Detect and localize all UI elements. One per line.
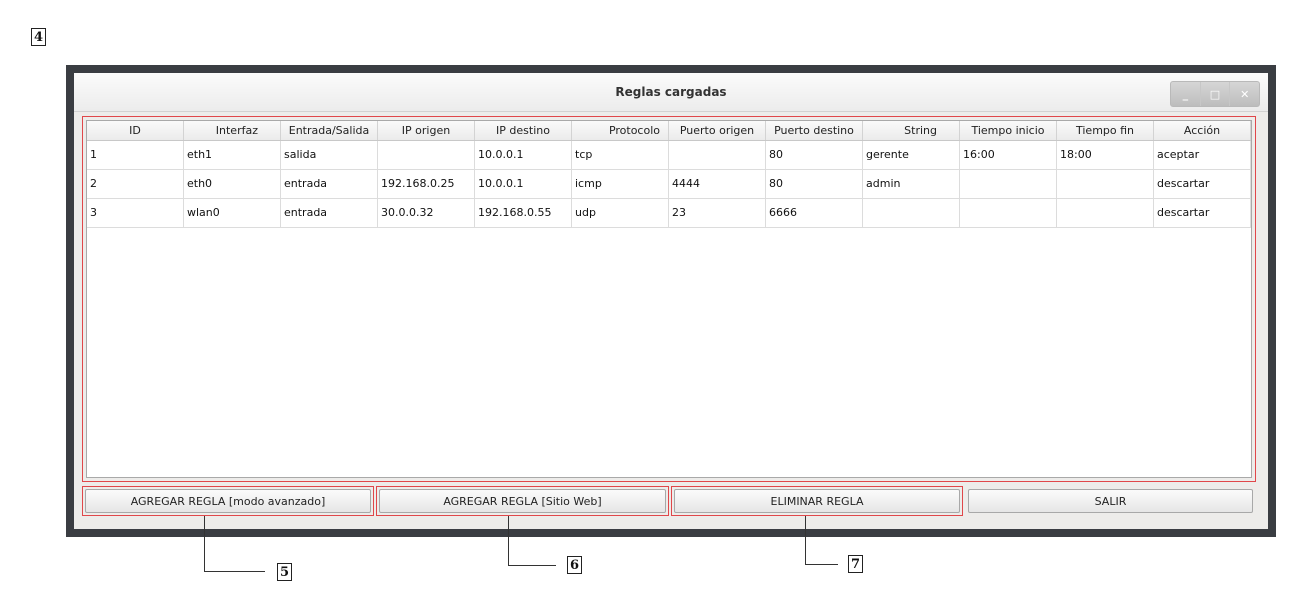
annotation-7-leader-horizontal <box>805 564 838 565</box>
cell-puerto-destino: 6666 <box>766 199 863 227</box>
annotation-6-leader-horizontal <box>508 565 556 566</box>
annotation-7-leader-vertical <box>805 516 806 565</box>
annotation-7-label: 7 <box>848 555 863 573</box>
annotation-6-label: 6 <box>567 556 582 574</box>
cell-interfaz: eth1 <box>184 141 281 169</box>
cell-string <box>863 199 960 227</box>
cell-puerto-origen: 4444 <box>669 170 766 198</box>
cell-tiempo-inicio <box>960 170 1057 198</box>
cell-tiempo-inicio <box>960 199 1057 227</box>
cell-ip-origen <box>378 141 475 169</box>
column-header-id[interactable]: ID <box>87 121 184 140</box>
close-icon[interactable]: ✕ <box>1230 82 1259 106</box>
maximize-icon[interactable]: □ <box>1201 82 1231 106</box>
minimize-icon[interactable]: _ <box>1171 82 1201 106</box>
cell-string: admin <box>863 170 960 198</box>
column-header-string[interactable]: String <box>863 121 960 140</box>
column-header-ip-origen[interactable]: IP origen <box>378 121 475 140</box>
delete-highlight: ELIMINAR REGLA <box>671 486 963 516</box>
add-rule-advanced-button[interactable]: AGREGAR REGLA [modo avanzado] <box>85 489 371 513</box>
table-header: ID Interfaz Entrada/Salida IP origen IP … <box>87 121 1251 141</box>
add-rule-website-button[interactable]: AGREGAR REGLA [Sitio Web] <box>379 489 666 513</box>
cell-protocolo: udp <box>572 199 669 227</box>
window-controls: _ □ ✕ <box>1170 81 1260 107</box>
column-header-ip-destino[interactable]: IP destino <box>475 121 572 140</box>
cell-accion: descartar <box>1154 199 1251 227</box>
window-title: Reglas cargadas <box>615 85 727 99</box>
window-client-area: ID Interfaz Entrada/Salida IP origen IP … <box>74 112 1268 529</box>
cell-string: gerente <box>863 141 960 169</box>
cell-puerto-destino: 80 <box>766 170 863 198</box>
cell-puerto-origen: 23 <box>669 199 766 227</box>
column-header-protocolo[interactable]: Protocolo <box>572 121 669 140</box>
column-header-puerto-destino[interactable]: Puerto destino <box>766 121 863 140</box>
column-header-tiempo-inicio[interactable]: Tiempo inicio <box>960 121 1057 140</box>
cell-id: 3 <box>87 199 184 227</box>
cell-protocolo: icmp <box>572 170 669 198</box>
cell-ip-destino: 10.0.0.1 <box>475 170 572 198</box>
cell-id: 2 <box>87 170 184 198</box>
cell-entrada-salida: entrada <box>281 199 378 227</box>
exit-zone: SALIR <box>965 486 1256 516</box>
column-header-accion[interactable]: Acción <box>1154 121 1251 140</box>
cell-puerto-origen <box>669 141 766 169</box>
cell-ip-origen: 192.168.0.25 <box>378 170 475 198</box>
cell-tiempo-fin <box>1057 199 1154 227</box>
annotation-5-label: 5 <box>277 563 292 581</box>
cell-puerto-destino: 80 <box>766 141 863 169</box>
rules-window: Reglas cargadas _ □ ✕ ID Interfaz Entrad… <box>66 65 1276 537</box>
annotation-4-label: 4 <box>31 28 46 46</box>
cell-accion: descartar <box>1154 170 1251 198</box>
add-advanced-highlight: AGREGAR REGLA [modo avanzado] <box>82 486 374 516</box>
column-header-tiempo-fin[interactable]: Tiempo fin <box>1057 121 1154 140</box>
table-row[interactable]: 3 wlan0 entrada 30.0.0.32 192.168.0.55 u… <box>87 199 1251 228</box>
rules-table[interactable]: ID Interfaz Entrada/Salida IP origen IP … <box>86 120 1252 478</box>
annotation-5-leader-vertical <box>204 516 205 572</box>
cell-interfaz: wlan0 <box>184 199 281 227</box>
cell-tiempo-inicio: 16:00 <box>960 141 1057 169</box>
delete-rule-button[interactable]: ELIMINAR REGLA <box>674 489 960 513</box>
cell-ip-origen: 30.0.0.32 <box>378 199 475 227</box>
cell-tiempo-fin: 18:00 <box>1057 141 1154 169</box>
table-row[interactable]: 1 eth1 salida 10.0.0.1 tcp 80 gerente 16… <box>87 141 1251 170</box>
column-header-entrada-salida[interactable]: Entrada/Salida <box>281 121 378 140</box>
cell-id: 1 <box>87 141 184 169</box>
add-web-highlight: AGREGAR REGLA [Sitio Web] <box>376 486 669 516</box>
exit-button[interactable]: SALIR <box>968 489 1253 513</box>
column-header-puerto-origen[interactable]: Puerto origen <box>669 121 766 140</box>
annotation-5-leader-horizontal <box>204 571 265 572</box>
column-header-interfaz[interactable]: Interfaz <box>184 121 281 140</box>
cell-accion: aceptar <box>1154 141 1251 169</box>
rules-table-highlight: ID Interfaz Entrada/Salida IP origen IP … <box>82 116 1256 482</box>
cell-tiempo-fin <box>1057 170 1154 198</box>
cell-entrada-salida: salida <box>281 141 378 169</box>
annotation-6-leader-vertical <box>508 516 509 566</box>
table-row[interactable]: 2 eth0 entrada 192.168.0.25 10.0.0.1 icm… <box>87 170 1251 199</box>
cell-entrada-salida: entrada <box>281 170 378 198</box>
title-bar[interactable]: Reglas cargadas _ □ ✕ <box>74 73 1268 112</box>
cell-protocolo: tcp <box>572 141 669 169</box>
cell-ip-destino: 192.168.0.55 <box>475 199 572 227</box>
cell-interfaz: eth0 <box>184 170 281 198</box>
cell-ip-destino: 10.0.0.1 <box>475 141 572 169</box>
